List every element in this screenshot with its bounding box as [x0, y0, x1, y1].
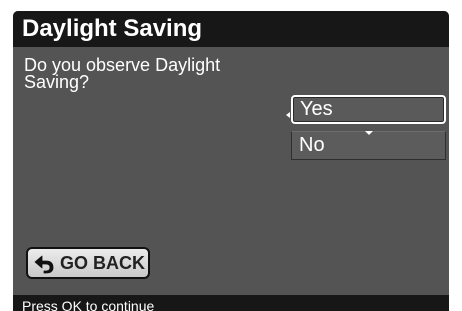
option-no[interactable]: No [291, 131, 446, 160]
option-yes[interactable]: Yes [291, 95, 446, 124]
footer-hint: Press OK to continue [13, 295, 449, 311]
back-arrow-icon [34, 255, 54, 274]
dialog-title: Daylight Saving [13, 11, 449, 47]
go-back-button[interactable]: GO BACK [26, 247, 150, 279]
left-arrow-icon [286, 112, 290, 118]
daylight-saving-dialog: Daylight Saving Do you observe Daylight … [13, 11, 449, 311]
question-text: Do you observe Daylight Saving? [24, 55, 221, 92]
down-arrow-icon [365, 131, 373, 135]
go-back-label: GO BACK [60, 253, 145, 273]
